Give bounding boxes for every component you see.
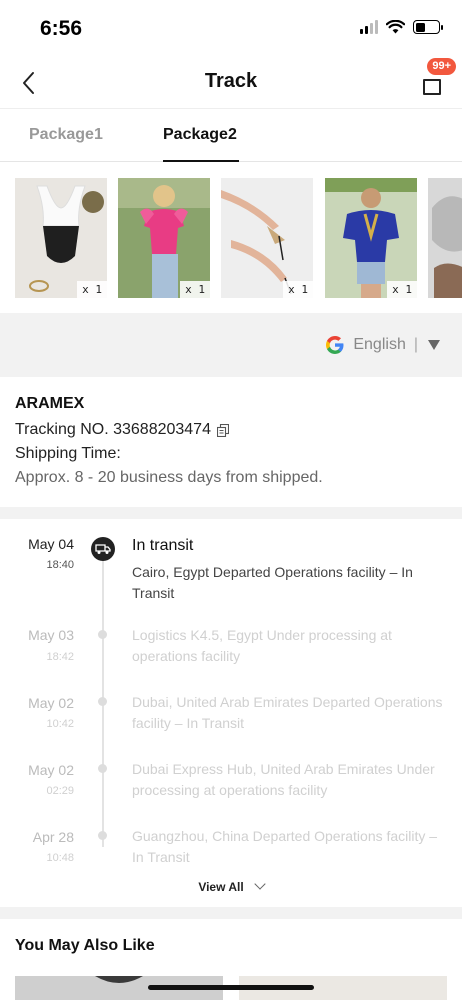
- event-details: In transit Cairo, Egypt Departed Operati…: [132, 535, 444, 604]
- event-time: 18:40: [46, 559, 74, 571]
- tracking-number: Tracking NO. 33688203474: [15, 421, 211, 438]
- recommendations-title: You May Also Like: [15, 937, 155, 954]
- tracking-timeline: May 04 18:40 In transit Cairo, Egypt Dep…: [0, 519, 462, 907]
- product-thumbnails: x 1 x 1 x 1 x 1: [0, 178, 462, 299]
- copy-icon[interactable]: [216, 423, 229, 437]
- chevron-down-icon: [254, 878, 266, 890]
- wifi-icon: [386, 20, 405, 34]
- header: Track 99+: [0, 58, 462, 108]
- event-date: May 02: [28, 695, 74, 711]
- language-separator: |: [413, 336, 418, 353]
- product-image: [15, 178, 107, 298]
- event-description: Cairo, Egypt Departed Operations facilit…: [132, 564, 413, 601]
- product-thumbnail-partial[interactable]: [428, 178, 462, 298]
- page-title: Track: [204, 70, 258, 92]
- bag-badge: 99+: [427, 58, 456, 75]
- product-quantity: x 1: [77, 281, 107, 298]
- product-thumbnail-pink-top[interactable]: x 1: [118, 178, 210, 298]
- product-thumbnail-swimsuit[interactable]: x 1: [15, 178, 107, 298]
- timeline-dot: [98, 630, 107, 639]
- event-description: Guangzhou, China Departed Operations fac…: [132, 828, 438, 865]
- status-bar: 6:56: [0, 0, 462, 58]
- product-image: [118, 178, 210, 298]
- status-time: 6:56: [40, 17, 83, 40]
- shipping-time-label: Shipping Time:: [15, 445, 121, 462]
- product-image: [221, 178, 313, 298]
- language-selector[interactable]: English |: [325, 335, 440, 355]
- tab-package1[interactable]: Package1: [29, 126, 103, 144]
- view-all-button[interactable]: View All: [0, 878, 462, 894]
- view-all-label: View All: [198, 880, 244, 894]
- shipping-time-value: Approx. 8 - 20 business days from shippe…: [15, 469, 323, 486]
- language-label: English: [353, 336, 406, 353]
- home-indicator: [148, 985, 314, 990]
- product-quantity: x 1: [180, 281, 210, 298]
- signal-icon: [360, 20, 378, 34]
- carrier-name: ARAMEX: [15, 395, 85, 412]
- event-date: May 02: [28, 762, 74, 778]
- product-quantity: x 1: [283, 281, 313, 298]
- battery-icon: [413, 20, 443, 34]
- tab-package2[interactable]: Package2: [163, 126, 237, 144]
- package-tabs: Package1 Package2: [0, 108, 462, 162]
- event-description: Dubai, United Arab Emirates Departed Ope…: [132, 694, 443, 731]
- tracking-number-row: Tracking NO. 33688203474: [15, 421, 447, 439]
- product-image: [428, 178, 462, 298]
- event-date: May 04: [28, 536, 74, 552]
- shopping-bag-button[interactable]: [420, 72, 444, 96]
- product-thumbnail-blue-top[interactable]: x 1: [325, 178, 417, 298]
- event-status: In transit: [132, 537, 194, 554]
- active-tab-indicator: [163, 160, 239, 162]
- translate-bar: English |: [0, 313, 462, 377]
- status-icons: [360, 20, 443, 34]
- truck-icon: [91, 537, 115, 561]
- event-date: Apr 28: [32, 829, 74, 845]
- event-date: May 03: [28, 627, 74, 643]
- timeline-dot: [98, 697, 107, 706]
- section-divider: [0, 507, 462, 519]
- event-time: 10:42: [46, 718, 74, 730]
- timeline-dot: [98, 831, 107, 840]
- event-time: 02:29: [46, 785, 74, 797]
- timeline-dot: [98, 764, 107, 773]
- product-image: [325, 178, 417, 298]
- product-thumbnail-heels[interactable]: x 1: [221, 178, 313, 298]
- dropdown-triangle-icon: [428, 340, 440, 350]
- section-divider: [0, 907, 462, 919]
- shopping-bag-icon: [423, 79, 441, 95]
- event-time: 10:48: [46, 852, 74, 864]
- product-quantity: x 1: [387, 281, 417, 298]
- shipping-info: ARAMEX Tracking NO. 33688203474 Shipping…: [0, 377, 462, 507]
- google-g-icon: [326, 336, 344, 354]
- event-description: Logistics K4.5, Egypt Under processing a…: [132, 627, 392, 664]
- event-description: Dubai Express Hub, United Arab Emirates …: [132, 761, 435, 798]
- event-time: 18:42: [46, 651, 74, 663]
